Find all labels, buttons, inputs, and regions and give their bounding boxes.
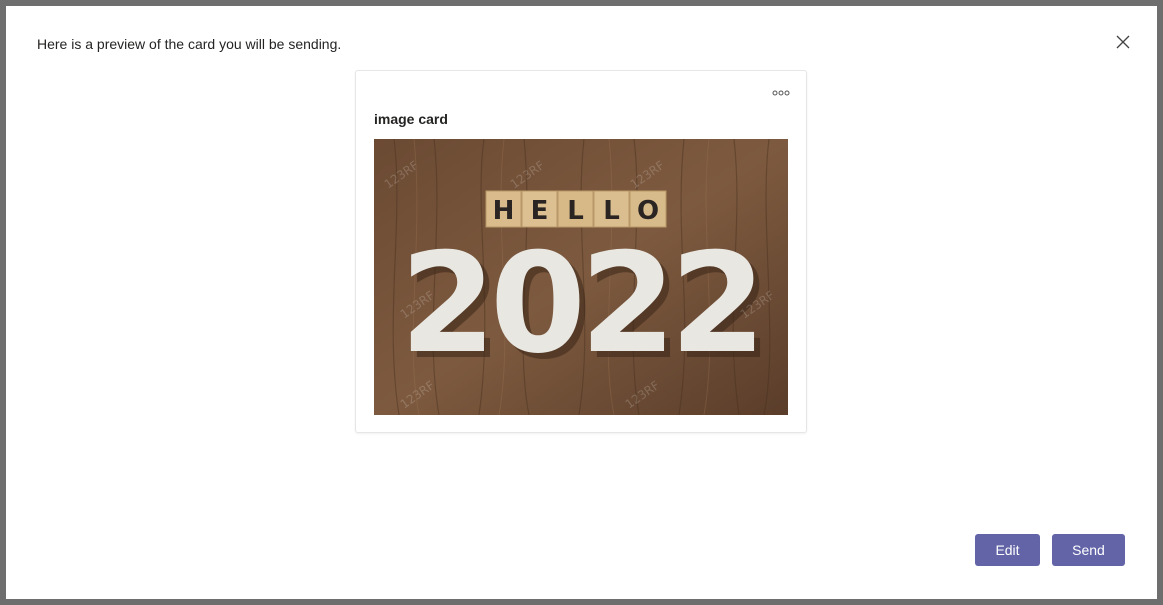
close-icon bbox=[1116, 35, 1130, 49]
image-number: 2022 bbox=[400, 223, 760, 384]
more-options-button[interactable] bbox=[770, 85, 792, 101]
tile-letter: O bbox=[637, 196, 659, 226]
edit-button[interactable]: Edit bbox=[975, 534, 1040, 566]
adaptive-card-preview: image card H E L L O 2022 2022 123RF 123… bbox=[355, 70, 807, 433]
more-options-icon bbox=[772, 90, 790, 96]
dialog-header-text: Here is a preview of the card you will b… bbox=[37, 36, 342, 52]
preview-dialog: Here is a preview of the card you will b… bbox=[6, 6, 1157, 599]
card-image: H E L L O 2022 2022 123RF 123RF 123RF 12… bbox=[374, 139, 788, 415]
send-button[interactable]: Send bbox=[1052, 534, 1125, 566]
tile-letter: L bbox=[603, 196, 620, 226]
card-title: image card bbox=[374, 111, 448, 127]
close-button[interactable] bbox=[1113, 32, 1133, 52]
tile-letter: L bbox=[567, 196, 584, 226]
tile-letter: E bbox=[531, 196, 549, 226]
tile-letter: H bbox=[493, 196, 515, 226]
